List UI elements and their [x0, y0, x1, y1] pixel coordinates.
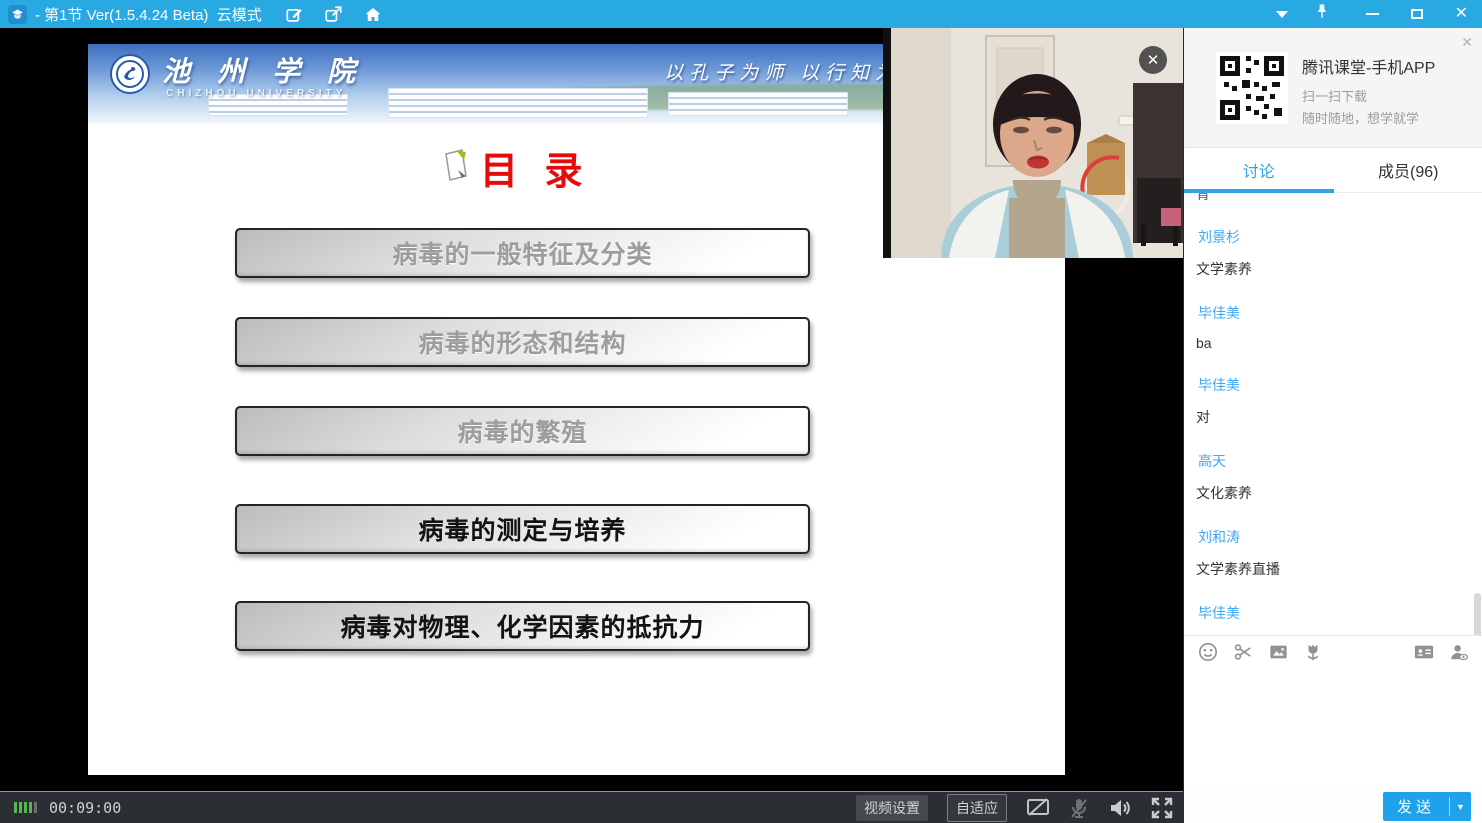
microphone-muted-icon[interactable] — [1069, 797, 1089, 819]
chat-message: 高天 文化素养 — [1184, 427, 1482, 503]
video-stage: 池 州 学 院 CHIZHOU UNIVERSITY 以孔子为师 以行知为友 目… — [0, 28, 1183, 791]
autofit-button[interactable]: 自适应 — [947, 794, 1007, 822]
toc-item-3: 病毒的繁殖 — [235, 406, 810, 456]
webcam-video: ✕ — [883, 28, 1183, 258]
chat-username: 毕佳美 — [1184, 303, 1482, 323]
webcam-close-button[interactable]: ✕ — [1139, 46, 1167, 74]
chat-toolbar — [1184, 635, 1482, 668]
chat-message-partial: 青 — [1184, 193, 1482, 203]
university-name-cn: 池 州 学 院 — [162, 50, 365, 90]
university-logo — [110, 54, 150, 94]
edit-icon[interactable] — [286, 6, 303, 23]
chat-username: 高天 — [1184, 451, 1482, 471]
flower-icon[interactable] — [1304, 642, 1322, 662]
share-icon[interactable] — [325, 6, 342, 23]
toc-item-4: 病毒的测定与培养 — [235, 504, 810, 554]
chat-text: 对 — [1184, 407, 1482, 427]
home-icon[interactable] — [364, 6, 382, 23]
building-graphic — [668, 92, 848, 116]
chat-message: 毕佳美 ba — [1184, 279, 1482, 351]
university-name-en: CHIZHOU UNIVERSITY — [166, 88, 346, 99]
tab-members[interactable]: 成员(96) — [1334, 148, 1482, 192]
image-icon[interactable] — [1268, 642, 1289, 662]
toc-item-2: 病毒的形态和结构 — [235, 317, 810, 367]
app-logo-icon — [8, 5, 27, 24]
maximize-button[interactable] — [1411, 9, 1423, 19]
chat-username: 刘景杉 — [1184, 227, 1482, 247]
window-title: - 第1节 Ver(1.5.4.24 Beta) 云模式 — [35, 4, 262, 25]
toc-title: 目 录 — [480, 140, 591, 195]
fullscreen-icon[interactable] — [1151, 797, 1173, 819]
chat-username: 毕佳美 — [1184, 603, 1482, 623]
chat-scrollbar[interactable] — [1474, 593, 1481, 635]
chat-text: ba — [1184, 335, 1482, 351]
qr-code — [1216, 52, 1288, 124]
chat-message-list: 青 刘景杉 文学素养 毕佳美 ba 毕佳美 对 高天 文化素养 刘和涛 文学素养… — [1184, 193, 1482, 635]
name-card-icon[interactable] — [1413, 642, 1435, 662]
promo-title: 腾讯课堂-手机APP — [1302, 54, 1435, 78]
chat-username: 毕佳美 — [1184, 375, 1482, 395]
app-window: - 第1节 Ver(1.5.4.24 Beta) 云模式 ✕ — [0, 0, 1482, 823]
emoji-icon[interactable] — [1198, 642, 1218, 662]
send-options-caret-icon[interactable]: ▼ — [1450, 802, 1471, 812]
chat-text: 文化素养 — [1184, 483, 1482, 503]
send-button[interactable]: 发送 ▼ — [1383, 792, 1471, 821]
side-panel: ✕ 腾讯课堂-手机APP — [1183, 28, 1482, 823]
elapsed-timer: 00:09:00 — [49, 799, 121, 817]
chat-username: 刘和涛 — [1184, 527, 1482, 547]
pin-icon[interactable] — [1314, 3, 1330, 25]
screenshot-scissors-icon[interactable] — [1233, 642, 1253, 662]
screen-share-off-icon[interactable] — [1026, 797, 1050, 819]
promo-line2: 随时随地，想学就学 — [1302, 108, 1419, 127]
minimize-button[interactable] — [1366, 13, 1379, 15]
document-icon — [440, 146, 474, 189]
toc-item-5: 病毒对物理、化学因素的抵抗力 — [235, 601, 810, 651]
chevron-down-icon[interactable] — [1276, 11, 1288, 18]
send-row: 发送 ▼ — [1184, 790, 1482, 823]
message-input[interactable] — [1184, 668, 1482, 790]
speaker-icon[interactable] — [1108, 797, 1132, 819]
send-label: 发送 — [1383, 796, 1449, 817]
tab-discussion[interactable]: 讨论 — [1184, 148, 1334, 192]
chat-text: 文学素养直播 — [1184, 559, 1482, 579]
chat-message: 刘和涛 文学素养直播 — [1184, 503, 1482, 579]
promo-close-icon[interactable]: ✕ — [1461, 34, 1473, 51]
chat-text: 文学素养 — [1184, 259, 1482, 279]
video-settings-button[interactable]: 视频设置 — [856, 795, 928, 821]
title-bar: - 第1节 Ver(1.5.4.24 Beta) 云模式 ✕ — [0, 0, 1482, 28]
close-button[interactable]: ✕ — [1455, 6, 1468, 22]
player-control-bar: 00:09:00 视频设置 自适应 — [0, 791, 1183, 823]
chat-tabs: 讨论 成员(96) — [1184, 148, 1482, 193]
member-view-icon[interactable] — [1448, 642, 1469, 662]
building-graphic — [388, 88, 648, 118]
promo-line1: 扫一扫下载 — [1302, 86, 1367, 105]
chat-message: 毕佳美 有大学生传统文化素养 — [1184, 579, 1482, 635]
chat-message: 毕佳美 对 — [1184, 351, 1482, 427]
chat-message: 刘景杉 文学素养 — [1184, 203, 1482, 279]
app-promo-card: ✕ 腾讯课堂-手机APP — [1184, 28, 1482, 148]
signal-strength-icon — [14, 802, 37, 813]
toc-item-1: 病毒的一般特征及分类 — [235, 228, 810, 278]
